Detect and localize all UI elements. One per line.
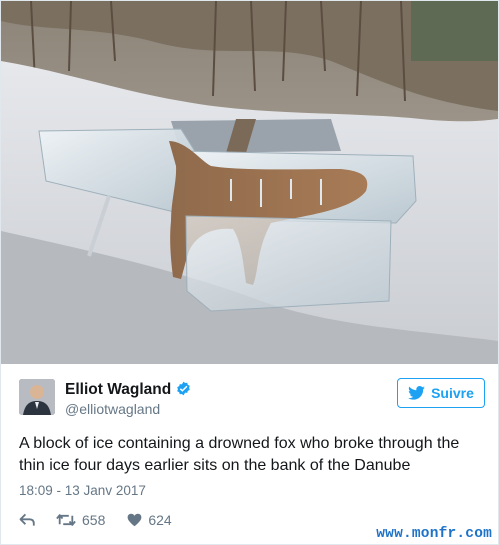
- author-name-text: Elliot Wagland: [65, 381, 172, 398]
- reply-icon: [19, 513, 35, 526]
- retweet-icon: [56, 514, 76, 526]
- tweet-text: A block of ice containing a drowned fox …: [19, 435, 460, 474]
- follow-label: Suivre: [431, 385, 474, 401]
- author-handle[interactable]: @elliotwagland: [65, 401, 160, 417]
- retweet-count: 658: [82, 512, 106, 528]
- author-name[interactable]: Elliot Wagland: [65, 381, 191, 399]
- reply-button[interactable]: [19, 513, 36, 527]
- tweet-actions: 658 624: [19, 510, 172, 530]
- twitter-bird-icon: [408, 386, 425, 400]
- tweet-timestamp[interactable]: 18:09 - 13 Janv 2017: [19, 483, 146, 498]
- tweet-header: Elliot Wagland @elliotwagland Suivre: [19, 378, 485, 419]
- tweet-photo[interactable]: [1, 1, 498, 364]
- like-button[interactable]: 624: [127, 512, 172, 528]
- like-count: 624: [148, 512, 172, 528]
- verified-badge-icon: [177, 381, 190, 396]
- watermark: www.monfr.com: [376, 526, 492, 542]
- retweet-button[interactable]: 658: [56, 512, 105, 528]
- heart-icon: [127, 513, 142, 527]
- tweet-card: Elliot Wagland @elliotwagland Suivre A b…: [0, 0, 499, 545]
- follow-button[interactable]: Suivre: [397, 378, 485, 408]
- avatar[interactable]: [19, 379, 55, 415]
